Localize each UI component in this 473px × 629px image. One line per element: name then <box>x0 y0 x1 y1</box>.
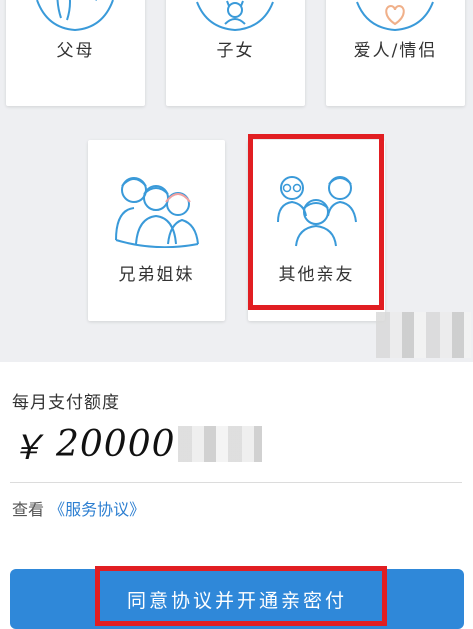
relation-label: 子女 <box>216 41 255 61</box>
selection-highlight <box>248 134 384 310</box>
relation-label: 父母 <box>56 41 95 61</box>
divider <box>10 482 462 483</box>
relation-card-siblings[interactable]: 兄弟姐妹 <box>88 140 225 321</box>
agreement-row: 查看 《服务协议》 <box>12 496 145 520</box>
blurred-amount <box>177 426 262 462</box>
relation-grid: 父母 子女 爱人/情侣 兄弟姐妹 其他亲友 <box>0 0 473 362</box>
amount-field[interactable]: ￥ 20000 <box>10 420 262 468</box>
blurred-region <box>376 312 471 358</box>
currency-symbol: ￥ <box>10 427 44 468</box>
lover-icon <box>356 1 434 32</box>
agreement-prefix: 查看 <box>12 500 45 519</box>
button-highlight <box>95 566 387 626</box>
service-agreement-link[interactable]: 《服务协议》 <box>49 500 145 519</box>
relation-card-children[interactable]: 子女 <box>166 0 305 106</box>
relation-label: 爱人/情侣 <box>353 41 438 61</box>
amount-value[interactable]: 20000 <box>56 424 176 465</box>
monthly-limit-label: 每月支付额度 <box>12 393 120 413</box>
parents-icon <box>36 0 114 32</box>
relation-label: 兄弟姐妹 <box>118 265 195 285</box>
relation-card-lover[interactable]: 爱人/情侣 <box>326 0 465 106</box>
siblings-icon <box>115 177 199 248</box>
relation-card-parents[interactable]: 父母 <box>6 0 145 106</box>
children-icon <box>196 0 274 32</box>
